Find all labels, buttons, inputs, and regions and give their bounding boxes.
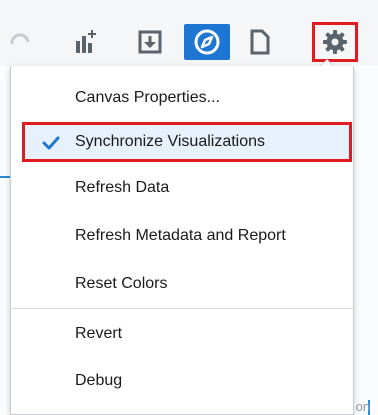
menu-item-synchronize-visualizations[interactable]: Synchronize Visualizations — [22, 122, 352, 162]
menu-item-label: Canvas Properties... — [75, 89, 220, 106]
menu-item-label: Refresh Metadata and Report — [75, 227, 286, 244]
menu-divider — [11, 308, 353, 309]
canvas-selection-marker — [0, 176, 10, 178]
undo-icon — [10, 33, 30, 45]
export-button[interactable] — [130, 24, 170, 60]
menu-item-revert[interactable]: Revert — [11, 314, 353, 354]
export-icon — [138, 30, 162, 54]
menu-item-debug[interactable]: Debug — [11, 361, 353, 401]
new-page-button[interactable] — [242, 24, 278, 60]
menu-item-label: Refresh Data — [75, 179, 170, 196]
new-page-icon — [250, 29, 270, 55]
navigate-button[interactable] — [184, 24, 230, 60]
navigate-icon — [194, 29, 220, 55]
menu-item-label: Debug — [75, 372, 123, 389]
settings-button[interactable] — [312, 22, 358, 62]
menu-item-label: Revert — [75, 325, 123, 342]
menu-item-label: Synchronize Visualizations — [75, 133, 266, 150]
undo-button[interactable] — [6, 24, 32, 60]
menu-item-refresh-data[interactable]: Refresh Data — [11, 168, 353, 208]
menu-item-label: Reset Colors — [75, 275, 168, 292]
add-visualization-icon — [76, 30, 96, 53]
settings-menu: Canvas Properties... Synchronize Visuali… — [10, 66, 354, 415]
checkmark-icon — [42, 136, 60, 150]
add-visualization-button[interactable] — [66, 24, 106, 60]
gear-icon — [323, 30, 347, 54]
menu-item-canvas-properties[interactable]: Canvas Properties... — [11, 78, 353, 118]
menu-item-reset-colors[interactable]: Reset Colors — [11, 264, 353, 304]
menu-item-refresh-metadata-and-report[interactable]: Refresh Metadata and Report — [11, 216, 353, 256]
